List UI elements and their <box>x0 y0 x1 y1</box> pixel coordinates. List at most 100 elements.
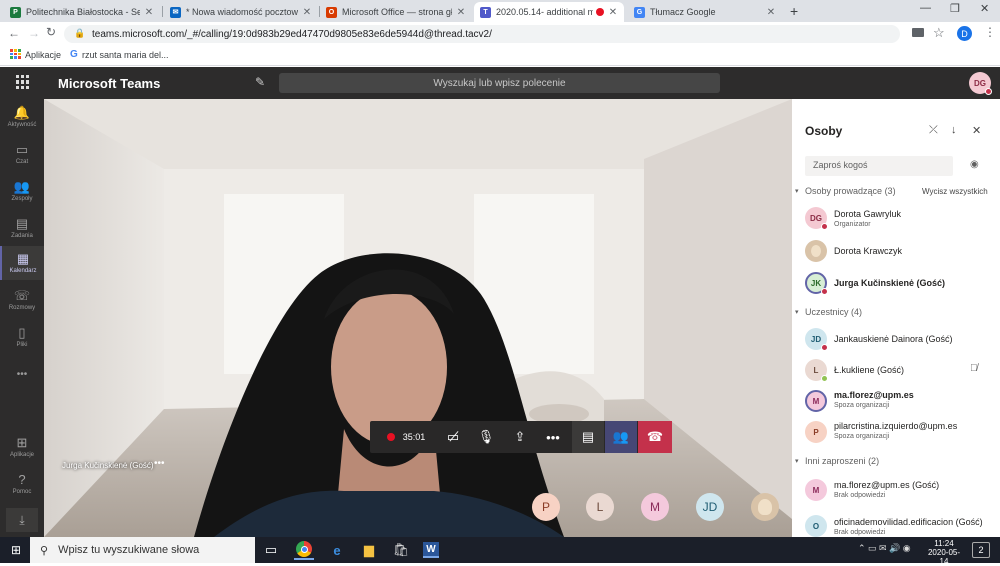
close-tab-icon[interactable]: ✕ <box>456 7 466 18</box>
teams-icon: T <box>480 6 491 18</box>
hang-up-icon: ☎ <box>646 429 664 444</box>
speaker-name: Jurga Kučinskienė (Gość) <box>62 461 154 470</box>
collapse-chevron-icon[interactable]: ▾ <box>795 457 799 465</box>
download-list-icon[interactable]: ↓ <box>951 124 957 136</box>
speaker-more-icon[interactable]: ••• <box>154 458 165 469</box>
notifications-button[interactable]: 2 <box>972 542 990 558</box>
person-name[interactable]: ma.florez@upm.es <box>834 390 914 400</box>
mute-settings-icon[interactable]: ⤫ <box>929 124 938 137</box>
address-bar[interactable]: 🔒 teams.microsoft.com/_#/calling/19:0d98… <box>64 25 900 43</box>
avatar-photo <box>805 240 827 262</box>
browser-tab-mail[interactable]: ✉ * Nowa wiadomość pocztowa ✕ <box>164 2 318 22</box>
chrome-icon[interactable] <box>294 540 314 560</box>
rail-calendar[interactable]: ▦ Kalendarz <box>0 246 44 280</box>
chat-icon: ▤ <box>581 429 595 444</box>
chat-icon: ▭ <box>15 142 29 157</box>
participant-bubble[interactable]: JD <box>696 493 724 521</box>
search-input[interactable]: Wyszukaj lub wpisz polecenie <box>279 73 720 93</box>
app-launcher-icon[interactable] <box>16 75 30 89</box>
bookmark-star-icon[interactable]: ☆ <box>933 25 945 41</box>
mute-button[interactable]: 🎙 <box>472 421 500 453</box>
invite-input[interactable]: Zaproś kogoś <box>805 156 953 176</box>
more-actions-button[interactable]: ••• <box>538 421 568 453</box>
person-name[interactable]: Dorota Gawryluk <box>834 209 901 219</box>
browser-tab-politechnika[interactable]: P Politechnika Białostocka - Serwer ✕ <box>4 2 160 22</box>
rail-more[interactable]: ••• <box>0 357 44 391</box>
video-off-icon: ▭̸ <box>446 429 460 444</box>
others-header[interactable]: Inni zaproszeni (2) <box>805 456 879 466</box>
rail-assignments[interactable]: ▤ Zadania <box>0 211 44 245</box>
forward-arrow-icon[interactable]: → <box>28 26 40 40</box>
rail-teams[interactable]: 👥 Zespoły <box>0 174 44 208</box>
download-app-icon[interactable]: ⤓ <box>6 508 38 532</box>
video-stage <box>44 99 792 537</box>
search-icon: ⚲ <box>40 544 49 557</box>
mic-muted-icon: 🎙̸ <box>970 363 978 374</box>
back-arrow-icon[interactable]: ← <box>8 26 20 40</box>
hang-up-button[interactable]: ☎ <box>638 421 672 453</box>
camera-in-use-icon[interactable] <box>912 28 924 37</box>
person-name[interactable]: ma.florez@upm.es (Gość) <box>834 480 939 490</box>
close-panel-icon[interactable]: ✕ <box>972 124 981 137</box>
more-icon: ••• <box>546 429 560 445</box>
lock-icon: 🔒 <box>74 28 86 38</box>
browser-tab-translate[interactable]: G Tłumacz Google ✕ <box>628 2 782 22</box>
person-name[interactable]: pilarcristina.izquierdo@upm.es <box>834 421 957 431</box>
rail-activity[interactable]: 🔔 Aktywność <box>0 100 44 134</box>
person-name[interactable]: Ł.kukliene (Gość) <box>834 365 904 375</box>
participant-bubble[interactable]: P <box>532 493 560 521</box>
browser-menu-icon[interactable]: ⋮ <box>984 25 996 39</box>
person-name[interactable]: Dorota Krawczyk <box>834 246 902 256</box>
person-role: Spoza organizacji <box>834 402 890 409</box>
visibility-icon[interactable]: ◉ <box>970 159 979 170</box>
person-name[interactable]: oficinademovilidad.edificacion (Gość) <box>834 517 983 527</box>
bookmark-rzut[interactable]: rzut santa maria del... <box>82 50 169 60</box>
word-icon[interactable]: W <box>423 542 439 558</box>
person-name[interactable]: Jurga Kučinskienė (Gość) <box>834 278 945 288</box>
presenters-header[interactable]: Osoby prowadzące (3) <box>805 186 896 196</box>
file-explorer-icon[interactable]: ▆ <box>359 540 379 560</box>
collapse-chevron-icon[interactable]: ▾ <box>795 187 799 195</box>
taskbar-search[interactable]: ⚲ Wpisz tu wyszukiwane słowa <box>30 537 255 563</box>
reload-icon[interactable]: ↻ <box>46 25 56 39</box>
attendees-header[interactable]: Uczestnicy (4) <box>805 307 862 317</box>
store-icon[interactable]: 🛍 <box>391 540 411 560</box>
share-button[interactable]: ⇪ <box>505 421 535 453</box>
rail-files[interactable]: ▯ Pliki <box>0 320 44 354</box>
apps-grid-icon <box>10 49 21 59</box>
participant-bubble[interactable]: L <box>586 493 614 521</box>
minimize-window-button[interactable]: — <box>920 2 931 14</box>
close-window-button[interactable]: ✕ <box>980 2 989 15</box>
new-tab-button[interactable]: + <box>790 3 798 19</box>
windows-start-icon[interactable]: ⊞ <box>6 540 26 560</box>
participant-bubble[interactable]: M <box>641 493 669 521</box>
new-chat-icon[interactable]: ✎ <box>255 75 265 89</box>
rail-help[interactable]: ? Pomoc <box>0 467 44 501</box>
person-name[interactable]: Jankauskienė Dainora (Gość) <box>834 334 953 344</box>
avatar: O <box>805 515 827 537</box>
participants-toggle-button[interactable]: 👥 <box>605 421 637 453</box>
chat-toggle-button[interactable]: ▤ <box>572 421 604 453</box>
edge-icon[interactable]: e <box>327 540 347 560</box>
mute-all-link[interactable]: Wycisz wszystkich <box>922 187 988 196</box>
camera-off-button[interactable]: ▭̸ <box>438 421 468 453</box>
person-role: Organizator <box>834 221 871 228</box>
task-view-icon[interactable]: ▭ <box>261 540 281 560</box>
rail-calls[interactable]: ☏ Rozmowy <box>0 283 44 317</box>
restore-window-button[interactable]: ❐ <box>950 2 960 15</box>
collapse-chevron-icon[interactable]: ▾ <box>795 308 799 316</box>
close-tab-icon[interactable]: ✕ <box>144 7 154 18</box>
browser-tab-teams[interactable]: T 2020.05.14- additional meet ✕ <box>474 2 624 22</box>
rail-apps[interactable]: ⊞ Aplikacje <box>0 430 44 464</box>
close-tab-icon[interactable]: ✕ <box>608 7 618 18</box>
profile-avatar[interactable]: D <box>957 26 972 41</box>
close-tab-icon[interactable]: ✕ <box>302 7 312 18</box>
share-screen-icon: ⇪ <box>514 429 526 444</box>
browser-tab-office[interactable]: O Microsoft Office — strona główn ✕ <box>320 2 472 22</box>
bookmark-apps[interactable]: Aplikacje <box>25 50 61 60</box>
close-tab-icon[interactable]: ✕ <box>766 7 776 18</box>
tray-icons[interactable]: ⌃ ▭ ✉ 🔊 ◉ <box>858 543 911 554</box>
participant-photo-bubble[interactable] <box>751 493 779 521</box>
rail-chat[interactable]: ▭ Czat <box>0 137 44 171</box>
clock[interactable]: 11:24 2020-05-14 <box>925 539 963 566</box>
